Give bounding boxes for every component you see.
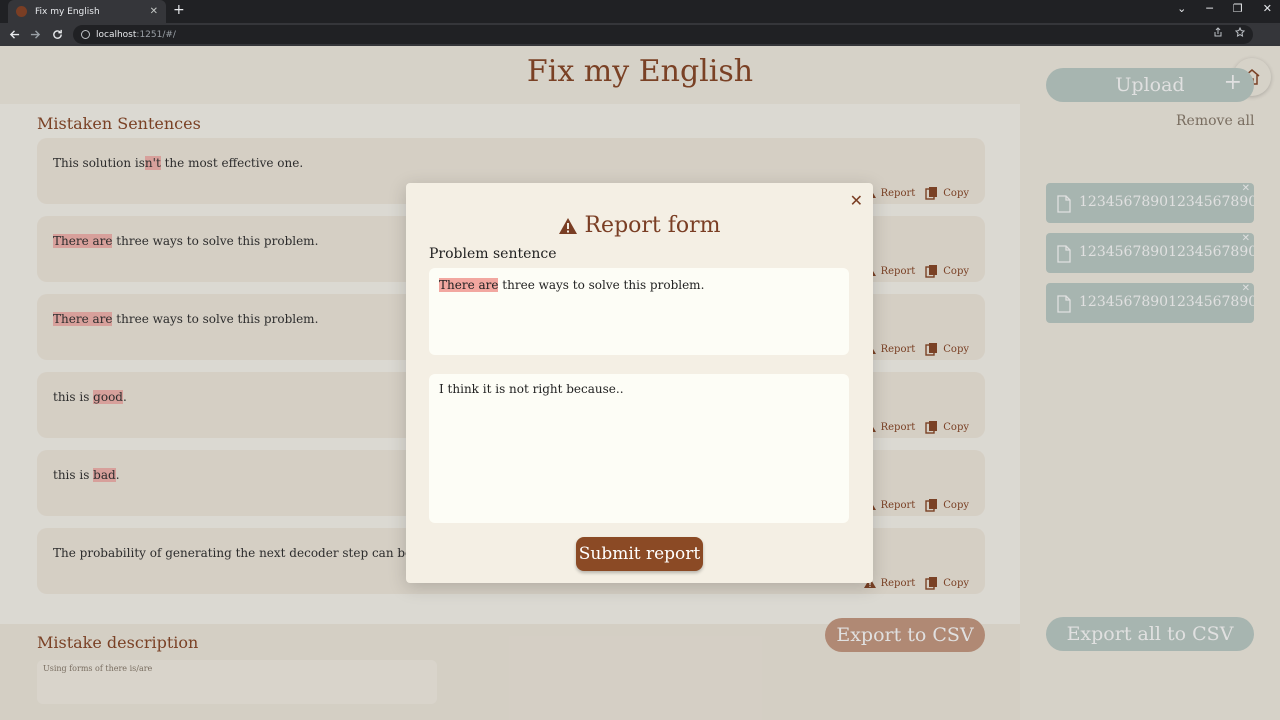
window-controls: ⌄ ─ ❐ ✕ — [1177, 2, 1272, 15]
back-icon[interactable] — [9, 29, 20, 40]
window-close-icon[interactable]: ✕ — [1263, 2, 1272, 15]
problem-rest: three ways to solve this problem. — [498, 278, 705, 292]
tab-close-icon[interactable]: ✕ — [150, 6, 158, 17]
url-path: :1251/#/ — [136, 29, 176, 40]
modal-title-text: Report form — [584, 213, 721, 238]
problem-sentence-label: Problem sentence — [429, 246, 557, 262]
report-reason-textarea[interactable]: I think it is not right because.. — [429, 374, 849, 523]
tab-title: Fix my English — [35, 6, 100, 17]
restore-icon[interactable]: ❐ — [1233, 2, 1243, 15]
share-icon[interactable] — [1213, 27, 1223, 37]
modal-close-icon[interactable]: ✕ — [850, 191, 863, 210]
minimize-icon[interactable]: ─ — [1206, 2, 1213, 15]
warning-icon — [559, 217, 578, 234]
bookmark-star-icon[interactable] — [1235, 27, 1245, 37]
forward-icon[interactable] — [30, 29, 41, 40]
browser-tab[interactable]: Fix my English ✕ — [8, 0, 166, 23]
problem-highlight: There are — [439, 278, 499, 292]
browser-tab-bar: Fix my English ✕ + ⌄ ─ ❐ ✕ — [0, 0, 1280, 23]
reload-icon[interactable] — [52, 29, 63, 40]
address-bar[interactable]: localhost :1251/#/ — [73, 25, 1253, 44]
url-host: localhost — [96, 29, 137, 40]
browser-toolbar: localhost :1251/#/ — [0, 23, 1280, 46]
problem-sentence-field[interactable]: There are three ways to solve this probl… — [429, 268, 849, 355]
new-tab-button[interactable]: + — [173, 2, 185, 18]
favicon-icon — [16, 6, 27, 17]
modal-title: Report form — [406, 213, 873, 238]
submit-report-button[interactable]: Submit report — [576, 537, 703, 571]
tab-search-icon[interactable]: ⌄ — [1177, 2, 1186, 15]
omnibox-icons — [1213, 27, 1245, 37]
site-info-icon[interactable] — [81, 30, 90, 39]
report-form-modal: ✕ Report form Problem sentence There are… — [406, 183, 873, 583]
